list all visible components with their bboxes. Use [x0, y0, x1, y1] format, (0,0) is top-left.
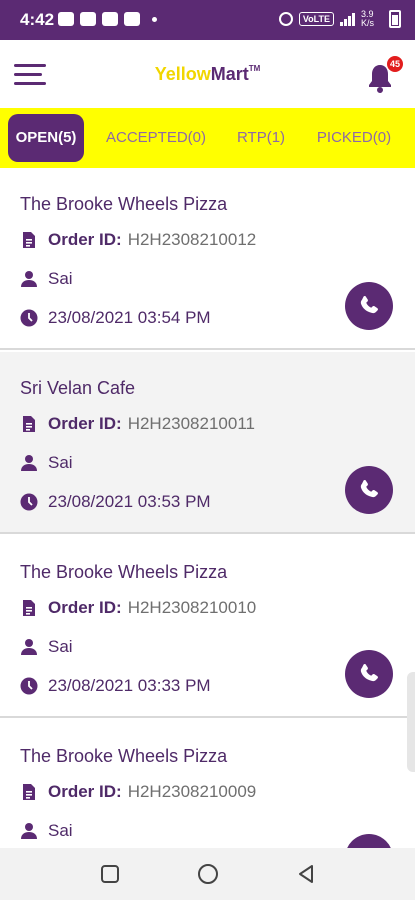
store-name: The Brooke Wheels Pizza [20, 562, 228, 582]
signal-icon [340, 12, 355, 26]
order-id-label: Order ID: [48, 598, 122, 617]
document-icon [23, 784, 35, 800]
order-id-row: Order ID: H2H2308210009 [20, 782, 256, 802]
call-button[interactable] [345, 834, 393, 848]
phone-icon [360, 480, 378, 498]
person-icon [21, 823, 37, 839]
order-card[interactable]: The Brooke Wheels Pizza Order ID: H2H230… [0, 720, 415, 848]
order-card[interactable]: Sri Velan Cafe Order ID: H2H2308210011 S… [0, 352, 415, 534]
customer-row: Sai [20, 269, 73, 289]
order-status-tabs: OPEN(5) ACCEPTED(0) RTP(1) PICKED(0) [0, 108, 415, 168]
order-id-row: Order ID: H2H2308210012 [20, 230, 256, 250]
order-card[interactable]: The Brooke Wheels Pizza Order ID: H2H230… [0, 168, 415, 350]
document-icon [23, 416, 35, 432]
customer-name: Sai [48, 637, 73, 656]
app-header: YellowMartTM 45 [0, 40, 415, 108]
app-notification-icon [80, 12, 96, 26]
clock-icon [20, 677, 38, 695]
brand-trademark: TM [248, 64, 261, 73]
order-id-label: Order ID: [48, 414, 122, 433]
document-icon [23, 232, 35, 248]
customer-row: Sai [20, 637, 73, 657]
datetime-row: 23/08/2021 03:33 PM [20, 676, 211, 696]
volte-indicator: VoLTE [298, 12, 334, 26]
customer-name: Sai [48, 269, 73, 288]
call-button[interactable] [345, 282, 393, 330]
call-button[interactable] [345, 650, 393, 698]
back-icon[interactable] [294, 862, 318, 886]
brand-mart-text: Mart [210, 64, 249, 84]
person-icon [21, 639, 37, 655]
more-notifications-dot-icon [152, 16, 157, 22]
edge-panel-handle[interactable] [407, 672, 415, 772]
order-list: The Brooke Wheels Pizza Order ID: H2H230… [0, 168, 415, 848]
notification-icons [58, 12, 157, 26]
status-bar: 4:42 VoLTE 3.9 K/s [0, 0, 415, 40]
tab-picked[interactable]: PICKED(0) [306, 114, 402, 162]
order-id-value: H2H2308210012 [127, 230, 257, 249]
datetime-row: 23/08/2021 03:53 PM [20, 492, 211, 512]
customer-row: Sai [20, 821, 73, 841]
battery-icon [389, 10, 401, 28]
order-card[interactable]: The Brooke Wheels Pizza Order ID: H2H230… [0, 536, 415, 718]
datetime-row: 23/08/2021 03:54 PM [20, 308, 211, 328]
brand-logo: YellowMartTM [0, 64, 415, 85]
tab-accepted[interactable]: ACCEPTED(0) [96, 114, 216, 162]
youtube-notification-icon [58, 12, 74, 26]
customer-name: Sai [48, 453, 73, 472]
status-time: 4:42 [20, 10, 55, 29]
tab-rtp[interactable]: RTP(1) [228, 114, 294, 162]
order-id-label: Order ID: [48, 230, 122, 249]
document-icon [23, 600, 35, 616]
phone-icon [360, 664, 378, 682]
order-id-row: Order ID: H2H2308210011 [20, 414, 255, 434]
store-name: Sri Velan Cafe [20, 378, 136, 398]
order-id-value: H2H2308210011 [127, 414, 255, 433]
hotspot-icon [278, 12, 293, 26]
order-id-value: H2H2308210009 [127, 782, 257, 801]
app-notification-icon-2 [124, 12, 140, 26]
person-icon [21, 271, 37, 287]
brand-yellow-text: Yellow [154, 64, 211, 84]
order-id-label: Order ID: [48, 782, 122, 801]
recent-apps-icon[interactable] [98, 862, 122, 886]
clock-icon [20, 309, 38, 327]
notification-bell-button[interactable]: 45 [365, 56, 403, 94]
order-datetime: 23/08/2021 03:53 PM [48, 492, 211, 511]
store-name: The Brooke Wheels Pizza [20, 194, 228, 214]
clock-icon [20, 493, 38, 511]
whatsapp-notification-icon [102, 12, 118, 26]
tab-open[interactable]: OPEN(5) [8, 114, 84, 162]
notification-count-badge: 45 [387, 56, 403, 72]
order-datetime: 23/08/2021 03:54 PM [48, 308, 211, 327]
store-name: The Brooke Wheels Pizza [20, 746, 228, 766]
order-datetime: 23/08/2021 03:33 PM [48, 676, 211, 695]
person-icon [21, 455, 37, 471]
customer-name: Sai [48, 821, 73, 840]
system-indicators: VoLTE 3.9 K/s [278, 9, 401, 28]
order-id-value: H2H2308210010 [127, 598, 257, 617]
home-icon[interactable] [196, 862, 220, 886]
phone-icon [360, 296, 378, 314]
network-speed: 3.9 K/s [361, 9, 375, 28]
call-button[interactable] [345, 466, 393, 514]
system-navigation-bar [0, 848, 415, 900]
customer-row: Sai [20, 453, 73, 473]
order-id-row: Order ID: H2H2308210010 [20, 598, 256, 618]
